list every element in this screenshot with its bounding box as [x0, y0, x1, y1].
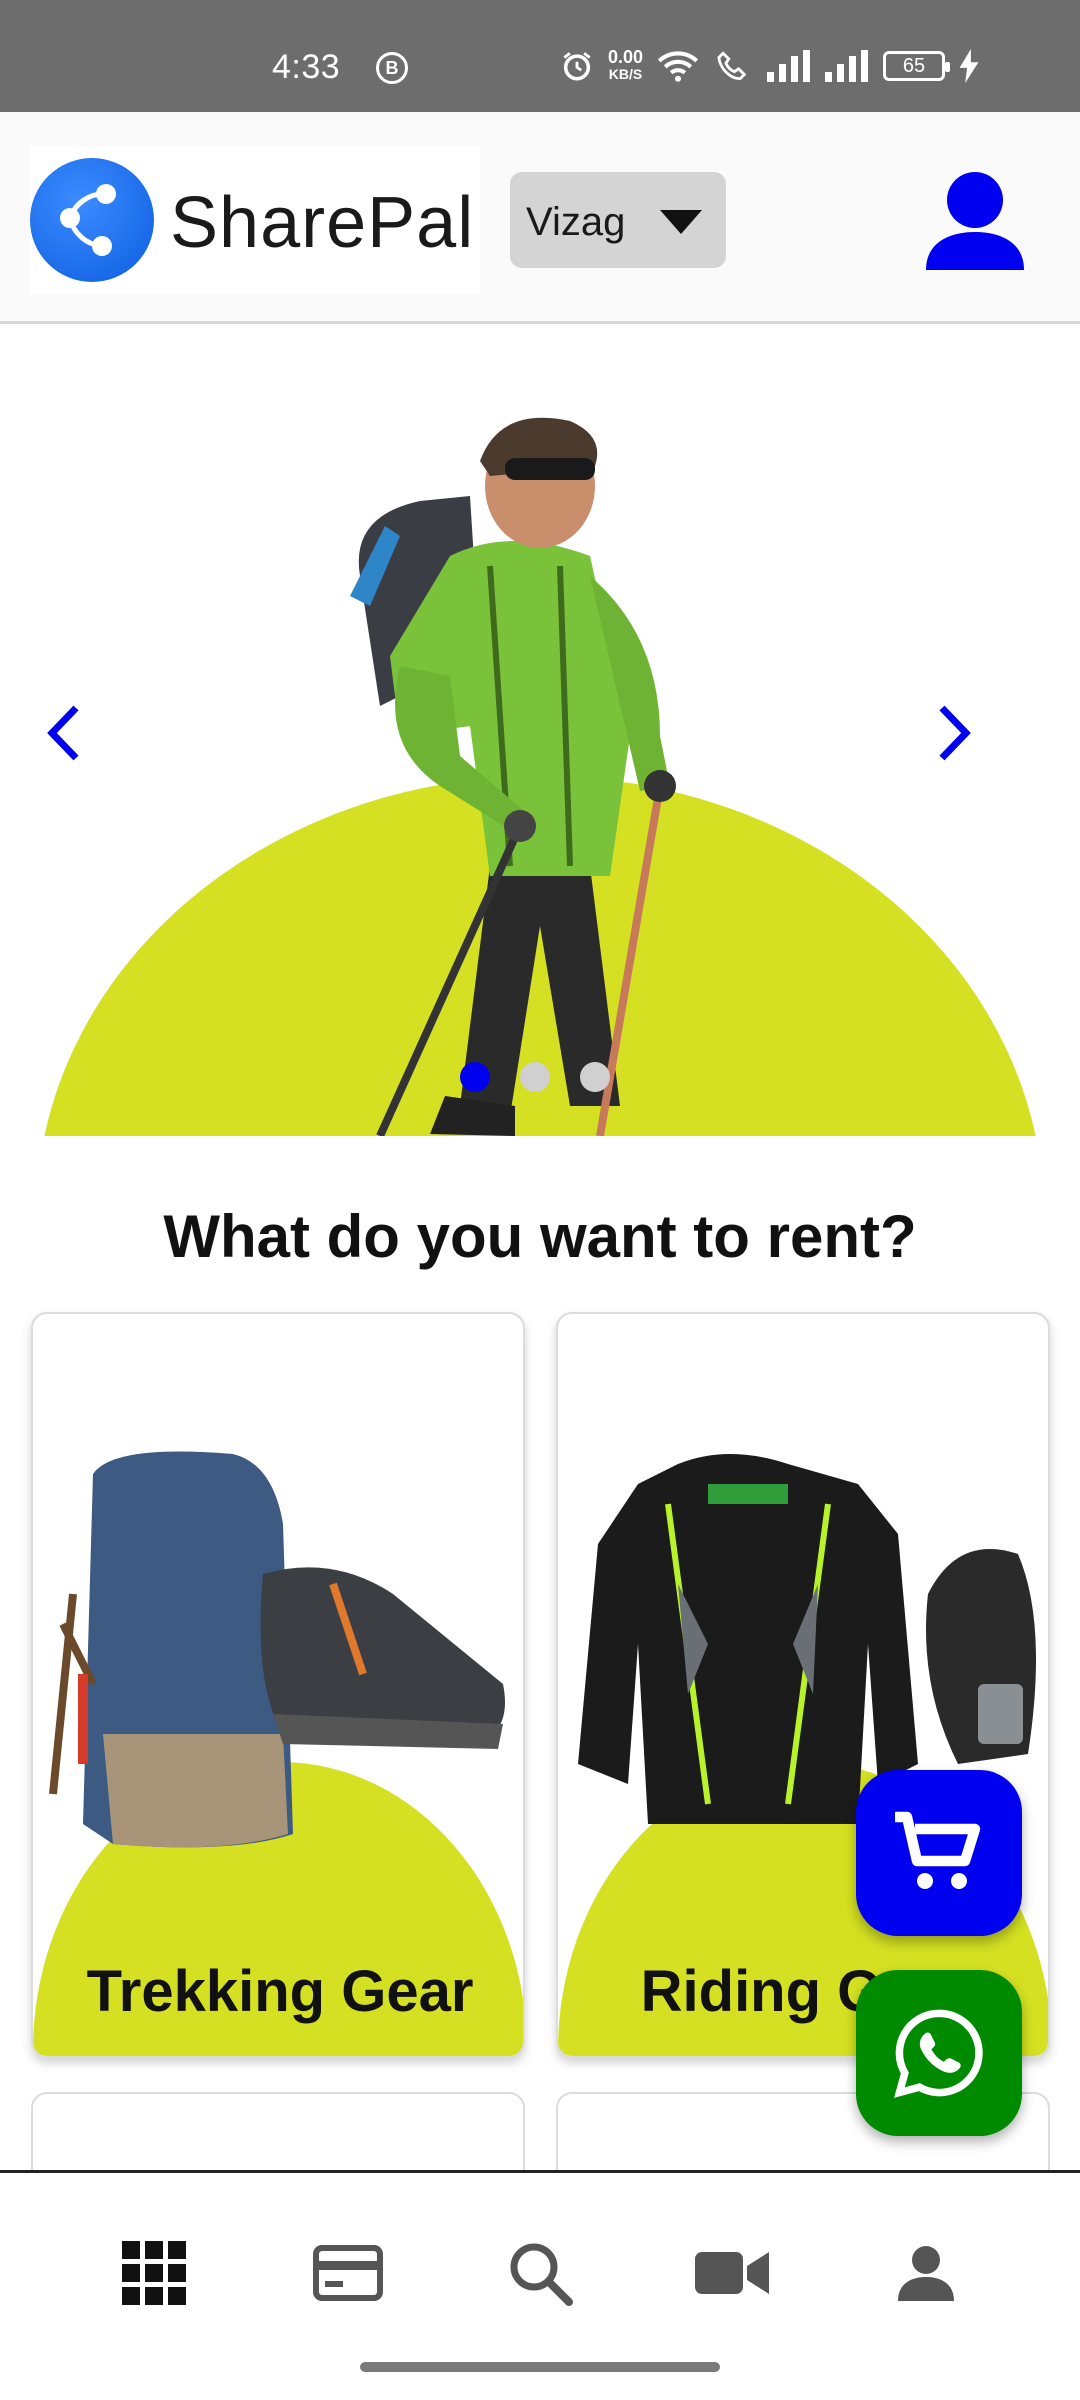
carousel-dot[interactable]: [460, 1062, 490, 1092]
nav-search[interactable]: [500, 2233, 580, 2313]
card-icon: [313, 2245, 383, 2301]
signal-icon-2: [825, 50, 869, 82]
home-indicator[interactable]: [360, 2362, 720, 2372]
carousel-dots: [460, 1062, 610, 1092]
chevron-left-icon[interactable]: [36, 698, 96, 768]
category-card-riding[interactable]: Riding Gear: [556, 1312, 1050, 2058]
speed-unit: KB/S: [608, 66, 643, 82]
status-indicators: 0.00 KB/S 65: [560, 46, 979, 86]
search-icon: [510, 2243, 573, 2306]
whatsapp-icon: [894, 2009, 983, 2098]
category-card-trekking[interactable]: Trekking Gear: [31, 1312, 525, 2058]
logo-mark-icon: [30, 158, 154, 282]
profile-icon: [898, 2246, 954, 2301]
app-header: SharePal Vizag: [0, 112, 1080, 324]
account-button[interactable]: [920, 166, 1030, 276]
charging-icon: [959, 49, 979, 83]
nav-profile[interactable]: [886, 2233, 966, 2313]
hiker-image: [350, 417, 676, 1136]
wifi-call-icon: [717, 51, 747, 81]
whatsapp-button[interactable]: [856, 1970, 1022, 2136]
cart-button[interactable]: [856, 1770, 1022, 1936]
nav-home[interactable]: [114, 2233, 194, 2313]
logo[interactable]: SharePal: [30, 146, 480, 294]
network-speed: 0.00 KB/S: [608, 47, 644, 83]
caret-down-icon: [660, 210, 702, 234]
status-bar: 4:33 B 0.00 KB/S 65: [0, 0, 1080, 112]
chevron-right-icon[interactable]: [922, 698, 982, 768]
signal-icon: [767, 50, 811, 82]
section-title: What do you want to rent?: [163, 1203, 917, 1270]
nav-videos[interactable]: [692, 2233, 772, 2313]
user-icon: [926, 172, 1024, 270]
b-badge-icon: B: [376, 52, 408, 84]
city-value: Vizag: [526, 200, 626, 244]
status-time: 4:33: [272, 48, 341, 86]
wifi-icon: [657, 51, 699, 82]
video-icon: [695, 2252, 769, 2294]
battery-icon: 65: [883, 51, 951, 81]
cart-icon: [895, 1811, 981, 1889]
carousel-dot[interactable]: [520, 1062, 550, 1092]
grid-icon: [122, 2241, 186, 2305]
trekking-gear-image: [49, 1451, 505, 1848]
alarm-icon: [563, 52, 591, 81]
speed-value: 0.00: [608, 47, 644, 67]
city-selector[interactable]: Vizag: [510, 172, 726, 268]
category-label: Trekking Gear: [86, 1959, 474, 2024]
hero-carousel[interactable]: [0, 326, 1080, 1136]
carousel-dot[interactable]: [580, 1062, 610, 1092]
nav-payments[interactable]: [308, 2233, 388, 2313]
logo-text: SharePal: [170, 183, 475, 263]
